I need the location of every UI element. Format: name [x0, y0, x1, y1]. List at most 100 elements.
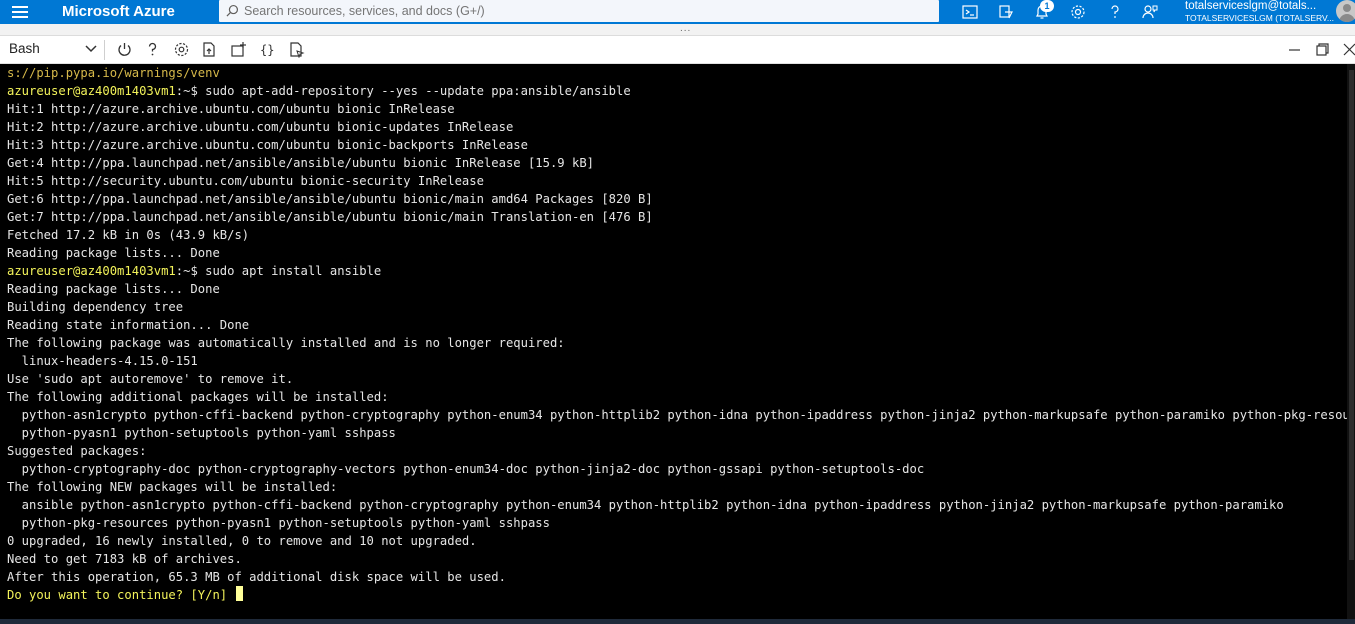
output-text: python-pyasn1 python-setuptools python-y… [7, 426, 396, 440]
terminal-line: Use 'sudo apt autoremove' to remove it. [7, 370, 1355, 388]
terminal-line: Reading state information... Done [7, 316, 1355, 334]
terminal-output[interactable]: s://pip.pypa.io/warnings/venv azureuser@a… [0, 64, 1355, 620]
output-text: s://pip.pypa.io/warnings/venv [7, 66, 220, 80]
global-search-box[interactable] [219, 0, 939, 22]
output-text: Get:7 http://ppa.launchpad.net/ansible/a… [7, 210, 653, 224]
output-text: ansible python-asn1crypto python-cffi-ba… [7, 498, 1284, 512]
terminal-line: Get:6 http://ppa.launchpad.net/ansible/a… [7, 190, 1355, 208]
terminal-line: The following package was automatically … [7, 334, 1355, 352]
panel-resize-divider[interactable] [0, 24, 1355, 36]
command-text: sudo apt-add-repository --yes --update p… [205, 84, 631, 98]
brand-title[interactable]: Microsoft Azure [62, 3, 175, 20]
terminal-line: Get:4 http://ppa.launchpad.net/ansible/a… [7, 154, 1355, 172]
prompt-path: :~$ [175, 84, 206, 98]
terminal-line: Fetched 17.2 kB in 0s (43.9 kB/s) [7, 226, 1355, 244]
output-text: Reading package lists... Done [7, 282, 220, 296]
output-text: Fetched 17.2 kB in 0s (43.9 kB/s) [7, 228, 250, 242]
terminal-line: python-cryptography-doc python-cryptogra… [7, 460, 1355, 478]
directory-filter-icon[interactable] [997, 3, 1015, 21]
terminal-line: Hit:2 http://azure.archive.ubuntu.com/ub… [7, 118, 1355, 136]
output-text: Building dependency tree [7, 300, 184, 314]
terminal-lines: s://pip.pypa.io/warnings/venv azureuser@a… [7, 64, 1355, 604]
account-menu[interactable]: totalserviceslgm@totals... TOTALSERVICES… [1185, 0, 1334, 24]
editor-icon[interactable]: {} [259, 41, 276, 58]
output-text: Reading state information... Done [7, 318, 250, 332]
toolbar-separator [104, 40, 105, 60]
output-text: Hit:3 http://azure.archive.ubuntu.com/ub… [7, 138, 528, 152]
prompt-user: azureuser@az400m1403vm1 [7, 84, 176, 98]
terminal-line: Hit:3 http://azure.archive.ubuntu.com/ub… [7, 136, 1355, 154]
prompt-user: azureuser@az400m1403vm1 [7, 264, 176, 278]
help-icon[interactable] [1106, 3, 1124, 21]
output-text: Suggested packages: [7, 444, 147, 458]
restore-icon[interactable] [1314, 41, 1331, 58]
settings-icon[interactable] [173, 41, 190, 58]
output-text: python-cryptography-doc python-cryptogra… [7, 462, 925, 476]
output-text: python-asn1crypto python-cffi-backend py… [7, 408, 1355, 422]
terminal-line: ansible python-asn1crypto python-cffi-ba… [7, 496, 1355, 514]
terminal-line: python-pyasn1 python-setuptools python-y… [7, 424, 1355, 442]
output-text: Get:4 http://ppa.launchpad.net/ansible/a… [7, 156, 594, 170]
upload-download-icon[interactable] [201, 41, 218, 58]
terminal-line: azureuser@az400m1403vm1:~$ sudo apt-add-… [7, 82, 1355, 100]
settings-icon[interactable] [1069, 3, 1087, 21]
feedback-icon[interactable] [1141, 3, 1159, 21]
output-text: The following additional packages will b… [7, 390, 389, 404]
account-email: totalserviceslgm@totals... [1185, 0, 1317, 12]
terminal-line: Reading package lists... Done [7, 280, 1355, 298]
output-text: After this operation, 65.3 MB of additio… [7, 570, 506, 584]
output-text: Need to get 7183 kB of archives. [7, 552, 242, 566]
terminal-line: After this operation, 65.3 MB of additio… [7, 568, 1355, 586]
chevron-down-icon [85, 45, 97, 53]
bottom-border [0, 619, 1355, 624]
minimize-icon[interactable] [1286, 41, 1303, 58]
prompt-path: :~$ [175, 264, 206, 278]
terminal-line: Do you want to continue? [Y/n] [7, 586, 1355, 604]
terminal-line: s://pip.pypa.io/warnings/venv [7, 64, 1355, 82]
output-text: python-pkg-resources python-pyasn1 pytho… [7, 516, 550, 530]
output-text: The following package was automatically … [7, 336, 565, 350]
notification-count-badge: 1 [1040, 0, 1054, 12]
power-icon[interactable] [116, 41, 133, 58]
terminal-line: Get:7 http://ppa.launchpad.net/ansible/a… [7, 208, 1355, 226]
web-preview-icon[interactable] [288, 41, 305, 59]
output-text: Use 'sudo apt autoremove' to remove it. [7, 372, 294, 386]
output-text: Do you want to continue? [Y/n] [7, 588, 235, 602]
close-icon[interactable] [1341, 41, 1355, 58]
cloud-shell-icon[interactable] [961, 3, 979, 21]
terminal-line: linux-headers-4.15.0-151 [7, 352, 1355, 370]
shell-type-select[interactable]: Bash [4, 38, 100, 60]
terminal-line: Hit:5 http://security.ubuntu.com/ubuntu … [7, 172, 1355, 190]
search-input[interactable] [244, 1, 924, 21]
terminal-line: The following NEW packages will be insta… [7, 478, 1355, 496]
terminal-line: The following additional packages will b… [7, 388, 1355, 406]
help-icon[interactable] [144, 41, 161, 58]
new-session-icon[interactable] [230, 41, 247, 58]
cloud-shell-toolbar: Bash {} [0, 36, 1355, 64]
terminal-line: Hit:1 http://azure.archive.ubuntu.com/ub… [7, 100, 1355, 118]
terminal-line: python-pkg-resources python-pyasn1 pytho… [7, 514, 1355, 532]
terminal-line: azureuser@az400m1403vm1:~$ sudo apt inst… [7, 262, 1355, 280]
azure-top-bar: Microsoft Azure 1 totalserviceslgm@total… [0, 0, 1355, 24]
output-text: Reading package lists... Done [7, 246, 220, 260]
terminal-line: Suggested packages: [7, 442, 1355, 460]
avatar[interactable] [1336, 0, 1355, 22]
terminal-line: Reading package lists... Done [7, 244, 1355, 262]
terminal-line: Need to get 7183 kB of archives. [7, 550, 1355, 568]
terminal-line: 0 upgraded, 16 newly installed, 0 to rem… [7, 532, 1355, 550]
search-icon [226, 4, 239, 17]
output-text: Hit:1 http://azure.archive.ubuntu.com/ub… [7, 102, 455, 116]
command-text: sudo apt install ansible [205, 264, 382, 278]
output-text: Hit:5 http://security.ubuntu.com/ubuntu … [7, 174, 484, 188]
terminal-line: Building dependency tree [7, 298, 1355, 316]
output-text: linux-headers-4.15.0-151 [7, 354, 198, 368]
output-text: Get:6 http://ppa.launchpad.net/ansible/a… [7, 192, 653, 206]
output-text: The following NEW packages will be insta… [7, 480, 338, 494]
terminal-line: python-asn1crypto python-cffi-backend py… [7, 406, 1355, 424]
svg-text:{}: {} [260, 43, 274, 57]
output-text: Hit:2 http://azure.archive.ubuntu.com/ub… [7, 120, 514, 134]
shell-type-label: Bash [9, 41, 40, 56]
hamburger-menu-icon[interactable] [12, 4, 28, 18]
resize-grip-icon[interactable]: ... [680, 24, 691, 34]
terminal-scroll-thumb[interactable] [1349, 70, 1354, 560]
